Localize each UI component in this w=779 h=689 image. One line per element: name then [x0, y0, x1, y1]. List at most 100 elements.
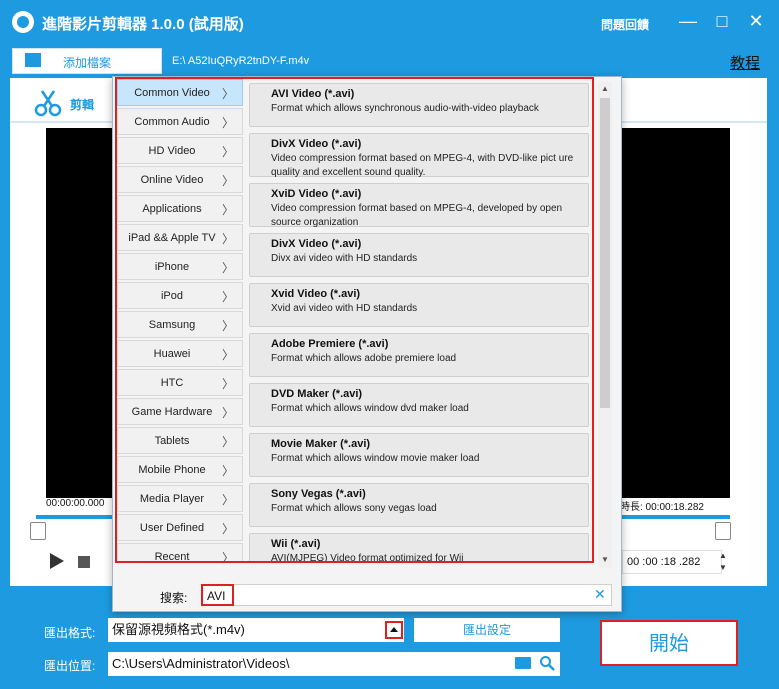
chevron-right-icon: 〉 — [221, 522, 234, 536]
start-button[interactable]: 開始 — [600, 620, 738, 666]
tab-edit-label: 剪輯 — [70, 98, 95, 112]
export-settings-button[interactable]: 匯出設定 — [414, 618, 560, 642]
category-label: User Defined — [139, 522, 205, 534]
format-title: DVD Maker (*.avi) — [271, 388, 363, 400]
format-item[interactable]: DivX Video (*.avi) Divx avi video with HD… — [249, 233, 589, 277]
format-item[interactable]: Xvid Video (*.avi) Xvid avi video with HD… — [249, 283, 589, 327]
chevron-right-icon: 〉 — [221, 145, 234, 159]
category-label: Common Video — [134, 87, 210, 99]
format-item[interactable]: DivX Video (*.avi) Video compression form… — [249, 133, 589, 178]
category-item[interactable]: iPhone 〉 — [117, 253, 243, 280]
format-title: DivX Video (*.avi) — [271, 138, 362, 150]
folder-icon[interactable] — [515, 657, 531, 669]
file-path: E:\ A52IuQRyR2tnDY-F.m4v — [172, 55, 310, 67]
format-item[interactable]: XviD Video (*.avi) Video compression form… — [249, 183, 589, 228]
category-item[interactable]: Common Audio 〉 — [117, 108, 243, 135]
category-item[interactable]: Samsung 〉 — [117, 311, 243, 338]
export-format-label: 匯出格式: — [44, 626, 96, 640]
chevron-right-icon: 〉 — [221, 87, 234, 101]
chevron-right-icon: 〉 — [221, 493, 234, 507]
category-item[interactable]: Mobile Phone 〉 — [117, 456, 243, 483]
search-input[interactable]: AVI — [202, 584, 612, 606]
export-format-field[interactable]: 保留源視頻格式(*.m4v) — [108, 618, 404, 642]
format-desc: Divx avi video with HD standards — [271, 253, 418, 264]
stop-icon[interactable] — [78, 556, 90, 568]
app-logo-icon — [12, 11, 34, 33]
app-title: 進階影片剪輯器 1.0.0 (試用版) — [42, 16, 244, 33]
category-label: Game Hardware — [131, 406, 213, 418]
chevron-right-icon: 〉 — [221, 174, 234, 188]
category-item[interactable]: Huawei 〉 — [117, 340, 243, 367]
category-item[interactable]: iPad && Apple TV 〉 — [117, 224, 243, 251]
tutorial-link[interactable]: 教程 — [730, 52, 760, 73]
feedback-link[interactable]: 問題回饋 — [601, 16, 649, 33]
category-item[interactable]: User Defined 〉 — [117, 514, 243, 541]
category-label: Media Player — [139, 493, 205, 505]
format-item[interactable]: DVD Maker (*.avi) Format which allows win… — [249, 383, 589, 427]
category-item[interactable]: Recent 〉 — [117, 543, 243, 565]
search-icon[interactable] — [539, 655, 555, 671]
trim-end-handle[interactable] — [715, 522, 731, 540]
chevron-right-icon: 〉 — [221, 464, 234, 478]
scroll-down-icon[interactable]: ▼ — [598, 553, 612, 567]
chevron-right-icon: 〉 — [221, 319, 234, 333]
format-item[interactable]: Movie Maker (*.avi) Format which allows w… — [249, 433, 589, 477]
category-label: HTC — [160, 377, 184, 389]
format-item[interactable]: AVI Video (*.avi) Format which allows syn… — [249, 83, 589, 127]
category-label: Tablets — [154, 435, 190, 447]
time-start: 00:00:00.000 — [46, 498, 105, 509]
maximize-button[interactable]: □ — [710, 10, 734, 32]
chevron-right-icon: 〉 — [221, 406, 234, 420]
category-item[interactable]: iPod 〉 — [117, 282, 243, 309]
chevron-right-icon: 〉 — [221, 232, 234, 246]
minimize-button[interactable]: — — [676, 10, 700, 32]
category-item[interactable]: Common Video 〉 — [117, 79, 243, 106]
scroll-up-icon[interactable]: ▲ — [598, 82, 612, 96]
category-label: iPod — [160, 290, 184, 302]
category-item[interactable]: HD Video 〉 — [117, 137, 243, 164]
format-title: AVI Video (*.avi) — [271, 88, 355, 100]
export-path-field[interactable]: C:\Users\Administrator\Videos\ — [108, 652, 560, 676]
play-icon[interactable] — [50, 553, 64, 569]
format-item[interactable]: Adobe Premiere (*.avi) Format which allow… — [249, 333, 589, 377]
time-input[interactable]: 00 :00 :18 .282 — [622, 550, 722, 574]
format-title: Adobe Premiere (*.avi) — [271, 338, 389, 350]
format-desc: Format which allows sony vegas load — [271, 503, 437, 514]
chevron-right-icon: 〉 — [221, 116, 234, 130]
category-label: Samsung — [148, 319, 196, 331]
category-item[interactable]: Online Video 〉 — [117, 166, 243, 193]
chevron-right-icon: 〉 — [221, 348, 234, 362]
clear-search-icon[interactable]: ✕ — [594, 586, 606, 603]
add-file-button[interactable]: 添加檔案 — [12, 48, 162, 74]
chevron-right-icon: 〉 — [221, 203, 234, 217]
format-title: Sony Vegas (*.avi) — [271, 488, 366, 500]
format-desc: Video compression format based on MPEG-4… — [271, 153, 574, 178]
duration-label: 時長: 00:00:18.282 — [620, 502, 704, 513]
format-desc: Format which allows adobe premiere load — [271, 353, 457, 364]
chevron-up-icon[interactable] — [385, 621, 403, 639]
scroll-thumb[interactable] — [600, 98, 610, 408]
category-item[interactable]: Game Hardware 〉 — [117, 398, 243, 425]
format-desc: Format which allows synchronous audio-wi… — [271, 103, 539, 114]
trim-start-handle[interactable] — [30, 522, 46, 540]
category-label: Recent — [154, 551, 190, 563]
format-desc: Format which allows window dvd maker loa… — [271, 403, 469, 414]
scissors-icon — [34, 90, 62, 117]
category-label: iPad && Apple TV — [128, 232, 216, 244]
category-label: iPhone — [154, 261, 190, 273]
format-title: Wii (*.avi) — [271, 538, 321, 550]
format-item[interactable]: Sony Vegas (*.avi) Format which allows so… — [249, 483, 589, 527]
chevron-right-icon: 〉 — [221, 377, 234, 391]
category-item[interactable]: Media Player 〉 — [117, 485, 243, 512]
format-title: Xvid Video (*.avi) — [271, 288, 361, 300]
format-title: Movie Maker (*.avi) — [271, 438, 371, 450]
format-item[interactable]: Wii (*.avi) AVI(MJPEG) Video format optim… — [249, 533, 589, 563]
category-item[interactable]: HTC 〉 — [117, 369, 243, 396]
close-button[interactable]: ✕ — [744, 10, 768, 32]
category-item[interactable]: Tablets 〉 — [117, 427, 243, 454]
tab-edit[interactable]: 剪輯 — [12, 84, 112, 122]
format-title: XviD Video (*.avi) — [271, 188, 362, 200]
time-spinner[interactable]: ▲ ▼ — [716, 550, 730, 574]
format-desc: AVI(MJPEG) Video format optimized for Wi… — [271, 553, 464, 563]
category-item[interactable]: Applications 〉 — [117, 195, 243, 222]
